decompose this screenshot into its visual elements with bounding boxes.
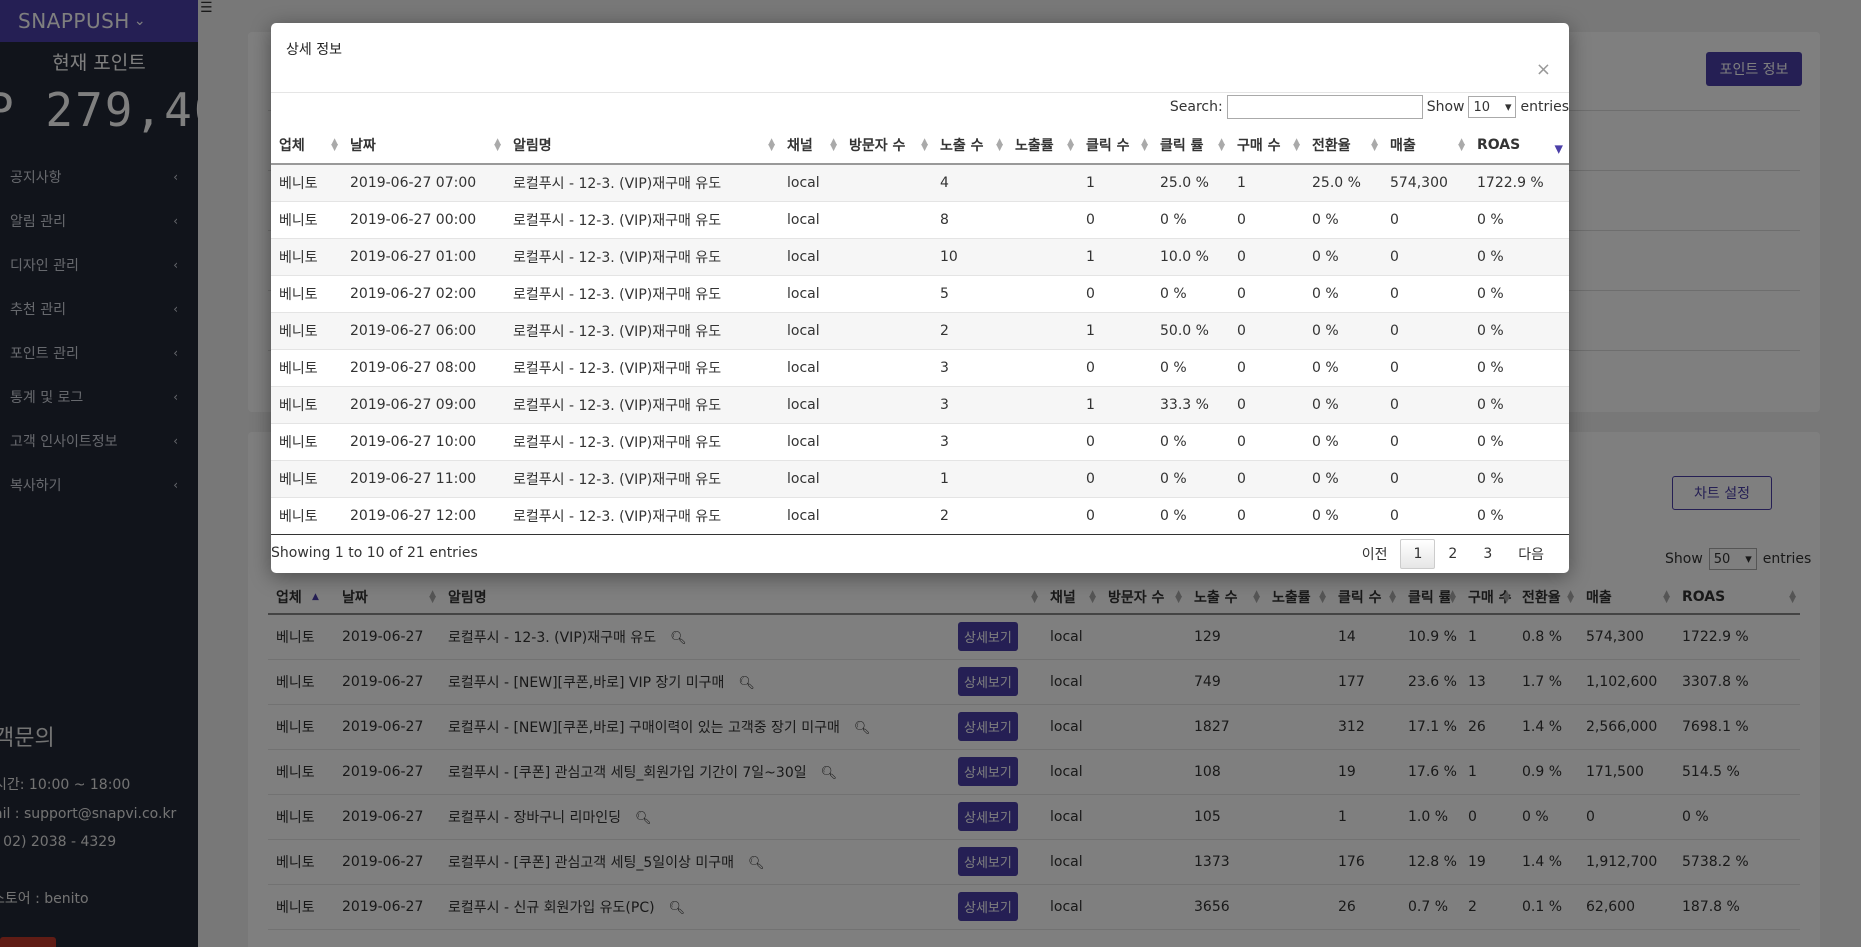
page-length-select[interactable]: 10 ▾ [1468,96,1517,118]
sort-icon: ▲▼ [1218,137,1225,153]
table-row: 베니토 2019-06-27 10:00 로컬푸시 - 12-3. (VIP)재구매… [271,423,1569,461]
caret-down-icon: ▾ [1504,99,1512,115]
page-button-1[interactable]: 1 [1400,539,1436,569]
column-header[interactable]: 업체 ▲ ▼ [271,127,342,165]
sort-desc-icon: ▼ [1554,142,1563,156]
sort-icon: ▲▼ [1067,137,1074,153]
table-row: 베니토 2019-06-27 00:00 로컬푸시 - 12-3. (VIP)재구매… [271,201,1569,239]
next-page-button[interactable]: 다음 [1505,537,1557,571]
column-header[interactable]: 날짜▲▼ [342,127,505,165]
sort-icon: ▲▼ [768,137,775,153]
sort-icon: ▲▼ [996,137,1003,153]
column-header[interactable]: 클릭 률▲▼ [1152,127,1229,165]
sort-icon: ▲▼ [921,137,928,153]
search-input[interactable] [1226,95,1423,119]
table-header-row: 업체 ▲ ▼ 날짜 ▲ ▼ 알림명 ▲ ▼ 채널 ▲ ▼ 방문자 수 ▲ ▼ 노출 수 ▲ ▼ 노출률 ▲… [271,127,1569,165]
sort-icon: ▲▼ [1371,137,1378,153]
detail-table: 업체 ▲ ▼ 날짜 ▲ ▼ 알림명 ▲ ▼ 채널 ▲ ▼ 방문자 수 ▲ ▼ 노출 수 ▲ ▼ 노출률 ▲… [271,127,1569,535]
sort-icon: ▲▼ [331,137,338,153]
sort-icon: ▲▼ [1293,137,1300,153]
table-row: 베니토 2019-06-27 02:00 로컬푸시 - 12-3. (VIP)재구매… [271,275,1569,313]
prev-page-button[interactable]: 이전 [1349,537,1401,571]
table-row: 베니토 2019-06-27 07:00 로컬푸시 - 12-3. (VIP)재구매… [271,164,1569,202]
column-header[interactable]: 구매 수▲▼ [1229,127,1304,165]
sort-icon: ▲▼ [1458,137,1465,153]
table-row: 베니토 2019-06-27 06:00 로컬푸시 - 12-3. (VIP)재구매… [271,312,1569,350]
table-row: 베니토 2019-06-27 12:00 로컬푸시 - 12-3. (VIP)재구매… [271,497,1569,535]
table-row: 베니토 2019-06-27 11:00 로컬푸시 - 12-3. (VIP)재구매… [271,460,1569,498]
sort-icon: ▲▼ [1141,137,1148,153]
sort-icon: ▲▼ [494,137,501,153]
modal-title: 상세 정보 [286,42,342,58]
column-header[interactable]: 매출▲▼ [1382,127,1469,165]
modal-header: 상세 정보 × [271,23,1569,93]
column-header[interactable]: 전환율▲▼ [1304,127,1382,165]
page-button-3[interactable]: 3 [1470,539,1505,569]
column-header[interactable]: 알림명 ▲ ▼ [505,127,779,165]
column-header[interactable]: 채널▲▼ [779,127,841,165]
column-header[interactable]: 방문자 수▲▼ [841,127,932,165]
column-header[interactable]: ROAS ▼ [1469,127,1569,165]
column-header[interactable]: 노출률▲▼ [1007,127,1078,165]
table-row: 베니토 2019-06-27 09:00 로컬푸시 - 12-3. (VIP)재구매… [271,386,1569,424]
sort-icon: ▲▼ [830,137,837,153]
page-button-2[interactable]: 2 [1435,539,1470,569]
table-info: Showing 1 to 10 of 21 entries [271,545,478,561]
pagination: 이전 1 2 3 다음 [1349,537,1557,571]
table-row: 베니토 2019-06-27 01:00 로컬푸시 - 12-3. (VIP)재구매… [271,238,1569,276]
column-header[interactable]: 클릭 수▲▼ [1078,127,1152,165]
column-header[interactable]: 노출 수▲▼ [932,127,1007,165]
table-row: 베니토 2019-06-27 08:00 로컬푸시 - 12-3. (VIP)재구매… [271,349,1569,387]
modal-search-controls: Search: Show 10 ▾ entries [1170,95,1569,119]
close-icon[interactable]: × [1536,59,1551,80]
detail-modal: 상세 정보 × Search: Show 10 ▾ entries 업체 ▲ ▼ 날짜… [271,23,1569,573]
